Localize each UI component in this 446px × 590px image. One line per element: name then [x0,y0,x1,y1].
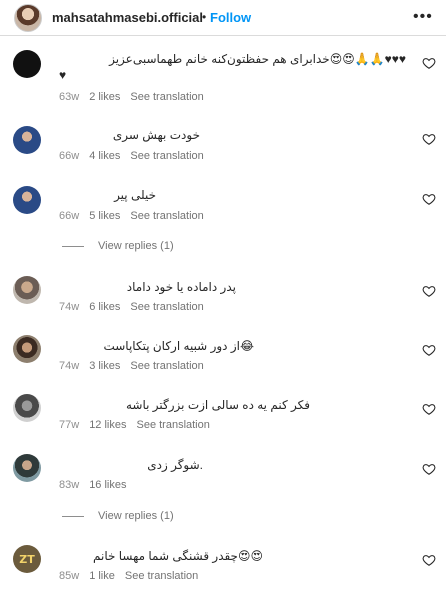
comment-time: 83w [59,479,80,491]
comment-likes[interactable]: 12 likes [89,419,126,431]
comment-meta: 63w 2 likes See translation [59,91,204,103]
commenter-avatar[interactable] [13,454,41,482]
comment-likes[interactable]: 6 likes [89,301,120,313]
comment-time: 74w [59,360,80,372]
comment-text: 😂از دور شبیه ارکان پتکاپاست [103,339,254,353]
comment-text-line2: ♥ [59,68,67,82]
heart-outline-icon[interactable] [422,402,436,416]
heart-outline-icon[interactable] [422,553,436,567]
comment-text: .شوگر زدی [147,458,203,472]
commenter-avatar[interactable] [13,126,41,154]
heart-outline-icon[interactable] [422,343,436,357]
heart-outline-icon[interactable] [422,56,436,70]
comment-meta: 66w 4 likes See translation [59,150,204,162]
commenter-avatar[interactable] [13,186,41,214]
separator-dot: • [202,10,207,24]
post-header: mahsatahmasebi.official • Follow ••• [0,0,446,36]
profile-avatar[interactable] [14,4,42,32]
comment-text: پدر داماده یا خود داماد [126,280,236,294]
comment-time: 66w [59,150,80,162]
heart-outline-icon[interactable] [422,132,436,146]
commenter-avatar[interactable] [13,276,41,304]
comment-meta: 74w 3 likes See translation [59,360,204,372]
avatar-initials: ZT [19,552,35,566]
replies-divider [62,245,84,247]
commenter-avatar[interactable] [13,335,41,363]
comment-time: 77w [59,419,80,431]
see-translation-link[interactable]: See translation [130,150,203,162]
comment-likes[interactable]: 5 likes [89,210,120,222]
comment-likes[interactable]: 1 like [89,570,115,582]
comment-meta: 83w 16 likes [59,479,126,491]
comment-meta: 77w 12 likes See translation [59,419,210,431]
comment-text: ♥♥♥🙏🙏😍😍خدابرای هم حفظتون‌کنه خانم طهماسب… [109,52,406,66]
heart-outline-icon[interactable] [422,192,436,206]
view-replies-button[interactable]: View replies (1) [62,510,174,522]
commenter-avatar[interactable]: ZT [13,545,41,573]
comment-meta: 74w 6 likes See translation [59,301,204,313]
comment-likes[interactable]: 4 likes [89,150,120,162]
comment-time: 85w [59,570,80,582]
see-translation-link[interactable]: See translation [130,210,203,222]
comment-meta: 85w 1 like See translation [59,570,198,582]
profile-username[interactable]: mahsatahmasebi.official [52,10,203,25]
view-replies-button[interactable]: View replies (1) [62,240,174,252]
heart-outline-icon[interactable] [422,462,436,476]
comment-time: 74w [59,301,80,313]
view-replies-label: View replies (1) [98,510,174,522]
comment-time: 63w [59,91,80,103]
comment-text: خودت بهش سری [112,128,200,142]
comment-text: خیلی پیر [114,188,156,202]
commenter-avatar[interactable] [13,50,41,78]
see-translation-link[interactable]: See translation [130,301,203,313]
comment-text: 😍😍چقدر قشنگی شما مهسا خانم [93,549,263,563]
comment-likes[interactable]: 3 likes [89,360,120,372]
see-translation-link[interactable]: See translation [125,570,198,582]
commenter-avatar[interactable] [13,394,41,422]
see-translation-link[interactable]: See translation [136,419,209,431]
replies-divider [62,515,84,517]
comment-meta: 66w 5 likes See translation [59,210,204,222]
heart-outline-icon[interactable] [422,284,436,298]
comment-likes[interactable]: 2 likes [89,91,120,103]
comment-time: 66w [59,210,80,222]
comment-likes[interactable]: 16 likes [89,479,126,491]
see-translation-link[interactable]: See translation [130,91,203,103]
view-replies-label: View replies (1) [98,240,174,252]
more-options-icon[interactable]: ••• [413,8,433,26]
see-translation-link[interactable]: See translation [130,360,203,372]
comment-text: فکر کنم یه ده سالی ازت بزرگتر باشه [125,398,310,412]
follow-button[interactable]: Follow [210,10,251,25]
